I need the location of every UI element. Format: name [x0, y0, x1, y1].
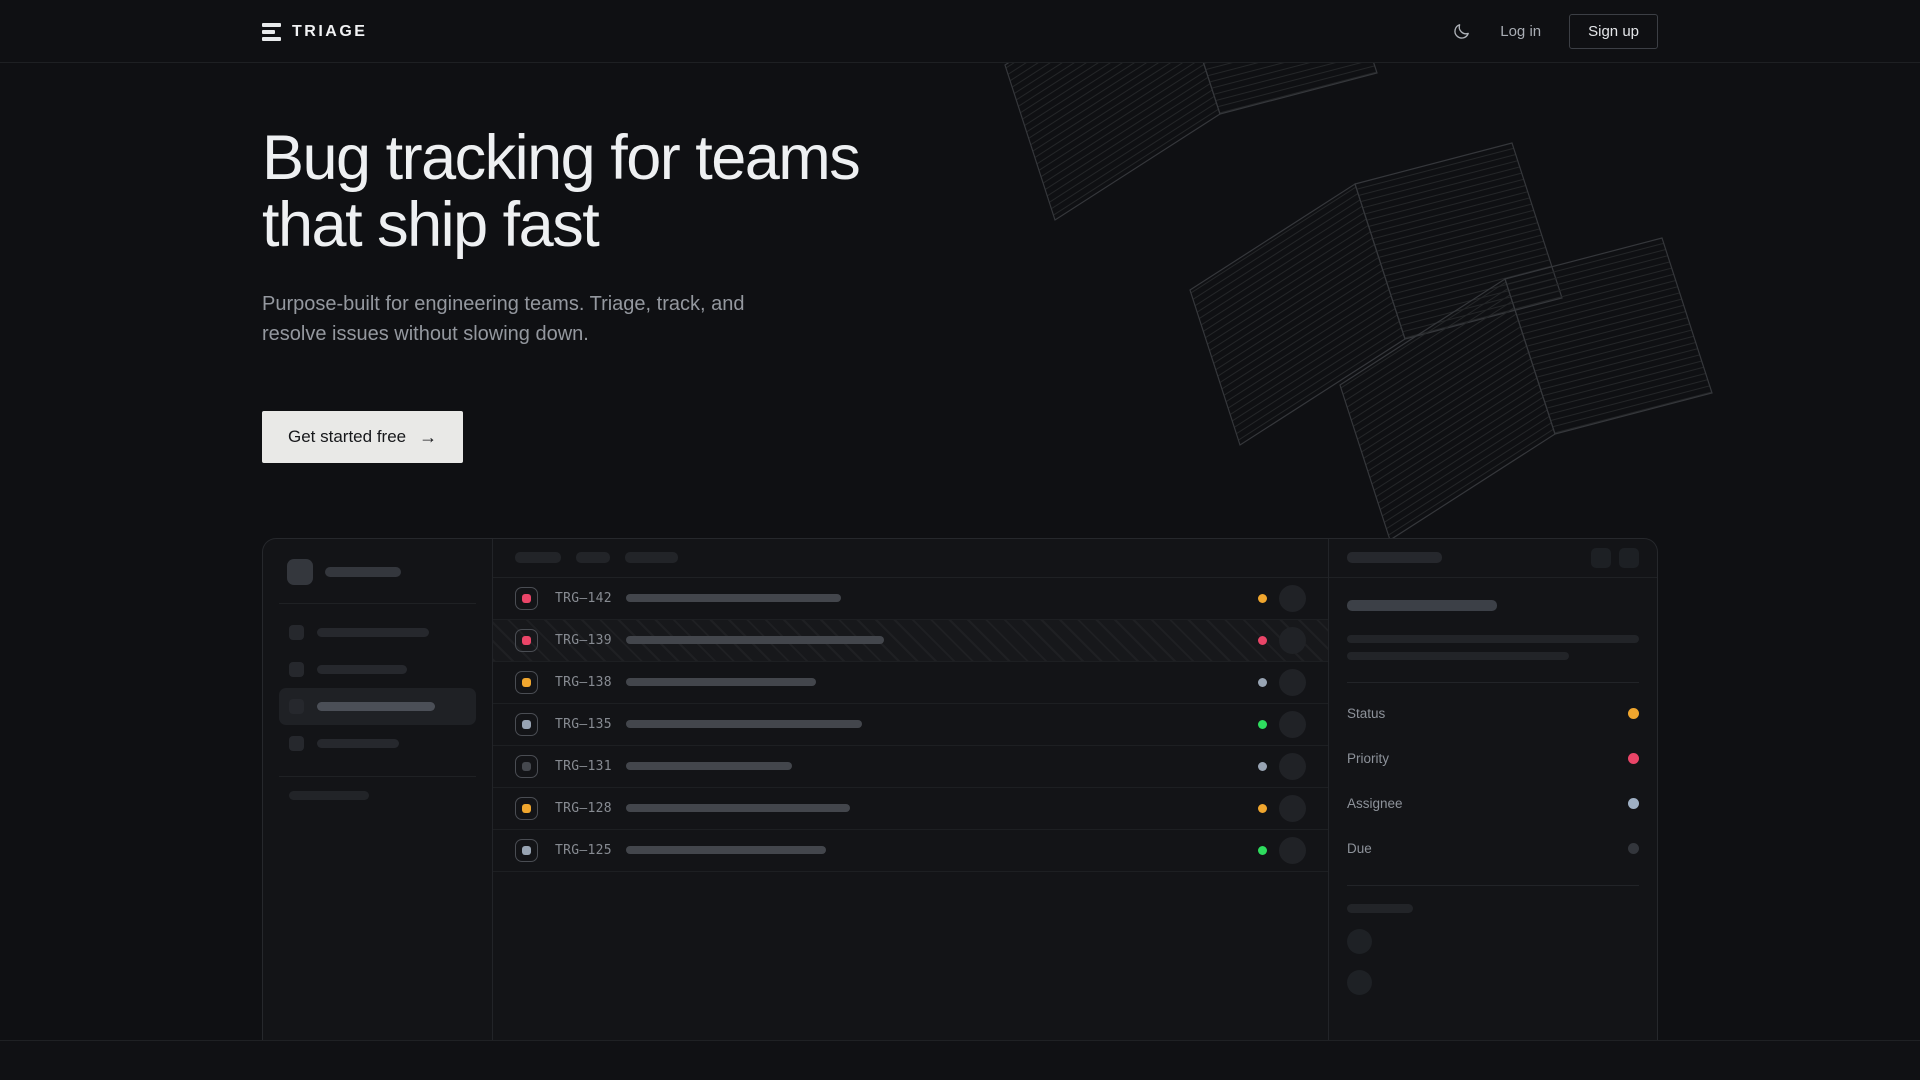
avatar: [1279, 711, 1306, 738]
issue-row[interactable]: TRG–138: [493, 662, 1328, 704]
avatar: [1279, 585, 1306, 612]
sidebar-item-skeleton[interactable]: [279, 725, 476, 762]
detail-field-value-dot: [1628, 753, 1639, 764]
hero-heading: Bug tracking for teams that ship fast: [262, 125, 1658, 259]
mockup-sidebar: [263, 539, 493, 1054]
issue-title-skeleton: [626, 846, 826, 854]
top-nav: TRIAGE Log in Sign up: [0, 0, 1920, 63]
issue-title-skeleton: [626, 678, 816, 686]
issue-id: TRG–142: [555, 591, 612, 606]
detail-panel: Status Priority Assignee Due: [1329, 539, 1657, 1054]
status-dot: [1258, 846, 1267, 855]
sidebar-section-label-skeleton: [289, 791, 369, 800]
status-dot: [1258, 678, 1267, 687]
detail-field-row[interactable]: Assignee: [1347, 781, 1639, 826]
hero-heading-line1: Bug tracking for teams: [262, 123, 859, 193]
theme-toggle-button[interactable]: [1450, 21, 1472, 43]
status-dot: [1258, 594, 1267, 603]
issue-type-icon: [515, 629, 538, 652]
issue-list-header: [493, 539, 1328, 578]
avatar: [1279, 669, 1306, 696]
issue-row[interactable]: TRG–125: [493, 830, 1328, 872]
app-mockup: TRG–142 TRG–139 TRG–138 TRG–135 TRG–131 TRG–1…: [262, 538, 1658, 1054]
detail-field-value-dot: [1628, 708, 1639, 719]
issue-title-skeleton: [626, 762, 792, 770]
detail-field-label: Priority: [1347, 751, 1389, 766]
status-dot: [1258, 762, 1267, 771]
status-dot: [1258, 804, 1267, 813]
avatar: [1279, 753, 1306, 780]
issue-type-icon: [515, 839, 538, 862]
detail-field-value-dot: [1628, 843, 1639, 854]
issue-id: TRG–138: [555, 675, 612, 690]
sidebar-logo-skeleton: [279, 559, 476, 585]
status-dot: [1258, 636, 1267, 645]
hero-subtitle-line2: resolve issues without slowing down.: [262, 323, 589, 345]
triage-bars-icon: [262, 23, 281, 41]
detail-field-label: Due: [1347, 841, 1372, 856]
issue-type-icon: [515, 671, 538, 694]
detail-section-label-skeleton: [1347, 904, 1413, 913]
issue-row[interactable]: TRG–135: [493, 704, 1328, 746]
brand[interactable]: TRIAGE: [262, 23, 367, 41]
issue-id: TRG–139: [555, 633, 612, 648]
detail-panel-header: [1329, 539, 1657, 578]
get-started-label: Get started free: [288, 427, 406, 447]
detail-header-skeleton: [1347, 552, 1442, 563]
issue-title-skeleton: [626, 720, 862, 728]
filter-pill-skeleton[interactable]: [576, 552, 610, 563]
issue-row[interactable]: TRG–131: [493, 746, 1328, 788]
issue-type-icon: [515, 755, 538, 778]
brand-name: TRIAGE: [292, 23, 367, 41]
filter-pill-skeleton[interactable]: [515, 552, 561, 563]
detail-field-row[interactable]: Status: [1347, 691, 1639, 736]
footer-bar: [0, 1040, 1920, 1080]
signup-button[interactable]: Sign up: [1569, 14, 1658, 49]
arrow-right-icon: →: [419, 428, 437, 446]
activity-avatar-skeleton: [1347, 970, 1372, 995]
detail-title-skeleton: [1347, 600, 1497, 611]
detail-field-label: Assignee: [1347, 796, 1403, 811]
detail-text-skeleton: [1347, 635, 1639, 643]
avatar: [1279, 837, 1306, 864]
issue-id: TRG–128: [555, 801, 612, 816]
issue-row[interactable]: TRG–128: [493, 788, 1328, 830]
issue-title-skeleton: [626, 804, 850, 812]
detail-field-row[interactable]: Due: [1347, 826, 1639, 871]
detail-field-label: Status: [1347, 706, 1385, 721]
moon-icon: [1452, 22, 1471, 41]
hero-subtitle: Purpose-built for engineering teams. Tri…: [262, 289, 1658, 349]
status-dot: [1258, 720, 1267, 729]
issue-list: TRG–142 TRG–139 TRG–138 TRG–135 TRG–131 TRG–1…: [493, 539, 1329, 1054]
avatar: [1279, 627, 1306, 654]
hero-section: Bug tracking for teams that ship fast Pu…: [0, 0, 1920, 1054]
avatar: [1279, 795, 1306, 822]
issue-row[interactable]: TRG–142: [493, 578, 1328, 620]
detail-action-button[interactable]: [1591, 548, 1611, 568]
get-started-button[interactable]: Get started free →: [262, 411, 463, 463]
detail-field-value-dot: [1628, 798, 1639, 809]
login-link[interactable]: Log in: [1500, 23, 1541, 40]
activity-avatar-skeleton: [1347, 929, 1372, 954]
issue-type-icon: [515, 587, 538, 610]
issue-id: TRG–125: [555, 843, 612, 858]
issue-title-skeleton: [626, 636, 884, 644]
detail-text-skeleton: [1347, 652, 1569, 660]
issue-type-icon: [515, 797, 538, 820]
detail-action-button[interactable]: [1619, 548, 1639, 568]
hero-subtitle-line1: Purpose-built for engineering teams. Tri…: [262, 293, 744, 315]
issue-row[interactable]: TRG–139: [493, 620, 1328, 662]
hero-heading-line2: that ship fast: [262, 190, 598, 260]
sidebar-item-skeleton-active[interactable]: [279, 688, 476, 725]
issue-type-icon: [515, 713, 538, 736]
detail-field-row[interactable]: Priority: [1347, 736, 1639, 781]
filter-pill-skeleton[interactable]: [625, 552, 678, 563]
issue-id: TRG–131: [555, 759, 612, 774]
sidebar-item-skeleton[interactable]: [279, 614, 476, 651]
issue-id: TRG–135: [555, 717, 612, 732]
sidebar-item-skeleton[interactable]: [279, 651, 476, 688]
issue-title-skeleton: [626, 594, 841, 602]
